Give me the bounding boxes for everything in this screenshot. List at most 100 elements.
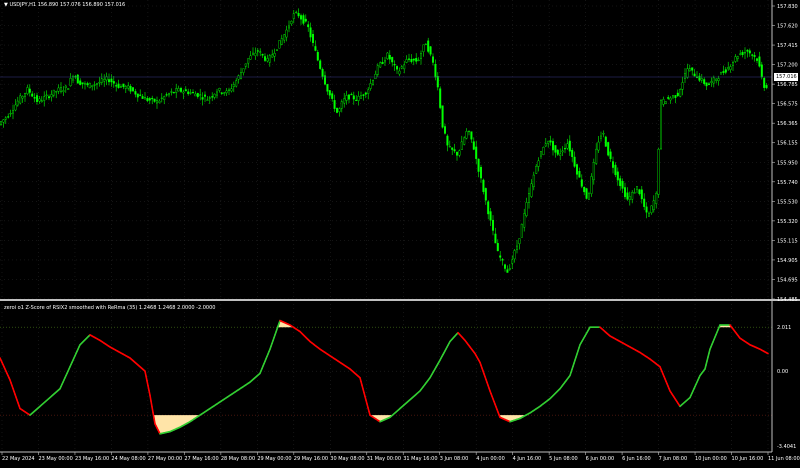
candle-bull — [346, 95, 348, 100]
candle-bull — [103, 79, 105, 81]
candle-bear — [211, 96, 213, 97]
candle-bear — [300, 15, 302, 19]
candle-bull — [531, 184, 533, 197]
candle-bear — [353, 96, 355, 99]
candle-bear — [327, 84, 329, 91]
candle-bull — [372, 80, 374, 84]
candle-bear — [197, 93, 199, 96]
candle-bear — [34, 97, 36, 98]
candle-bull — [379, 63, 381, 67]
candle-bear — [180, 88, 182, 91]
candle-bull — [233, 84, 235, 86]
price-tick-label: 157.830 — [777, 4, 798, 10]
candle-bear — [742, 52, 744, 54]
candle-bear — [456, 152, 458, 155]
candle-bull — [665, 102, 667, 104]
candle-bear — [622, 181, 624, 188]
candle-bear — [329, 90, 331, 95]
candle-bull — [144, 97, 146, 99]
candle-bear — [675, 95, 677, 97]
candle-bull — [223, 93, 225, 94]
mt-chart-window[interactable]: 157.830157.620157.415157.200156.785156.5… — [0, 0, 800, 464]
candle-bear — [643, 199, 645, 207]
time-tick-label: 3 Jun 08:00 — [440, 456, 469, 462]
time-tick-label: 7 Jun 08:00 — [659, 456, 688, 462]
candle-bear — [307, 25, 309, 27]
candle-bull — [178, 88, 180, 91]
candle-bear — [646, 207, 648, 212]
candle-bull — [384, 60, 386, 62]
candle-bear — [315, 46, 317, 50]
candle-bear — [415, 58, 417, 61]
candle-bear — [677, 93, 679, 96]
candle-bear — [507, 270, 509, 273]
candle-bull — [636, 186, 638, 189]
candle-bull — [737, 57, 739, 59]
candle-bear — [111, 79, 113, 82]
candle-bull — [51, 95, 53, 97]
candle-bull — [58, 88, 60, 91]
candle-bear — [149, 98, 151, 100]
candle-bull — [89, 83, 91, 88]
candle-bear — [571, 150, 573, 157]
candle-bull — [96, 84, 98, 85]
candle-bear — [118, 84, 120, 88]
candle-bull — [423, 45, 425, 52]
candle-bull — [84, 83, 86, 84]
candle-bull — [0, 122, 2, 125]
candle-bear — [79, 81, 81, 85]
candle-bull — [689, 69, 691, 71]
candle-bear — [706, 83, 708, 86]
price-tick-label: 155.740 — [777, 180, 798, 186]
indicator-segment — [153, 412, 154, 418]
time-tick-label: 6 Jun 16:00 — [622, 456, 651, 462]
candle-bear — [411, 59, 413, 61]
candle-bull — [67, 88, 69, 89]
candle-bull — [70, 78, 72, 86]
candle-bear — [427, 41, 429, 52]
candle-bear — [723, 71, 725, 72]
candle-bear — [173, 92, 175, 93]
candle-bull — [715, 79, 717, 81]
candle-bull — [711, 81, 713, 82]
candle-bear — [317, 52, 319, 60]
candle-bull — [53, 90, 55, 95]
collapse-arrow-icon[interactable]: ▼ — [4, 2, 8, 8]
candle-bear — [154, 99, 156, 101]
candle-bull — [468, 131, 470, 132]
indicator-segment — [154, 418, 155, 424]
candle-bear — [382, 62, 384, 64]
candle-bull — [231, 89, 233, 91]
candle-bear — [759, 57, 761, 67]
candle-bull — [228, 90, 230, 91]
candle-bull — [730, 67, 732, 70]
candle-bull — [562, 151, 564, 152]
indicator-tick-label: -3.4041 — [777, 444, 796, 450]
candle-bear — [485, 188, 487, 200]
candle-bull — [732, 62, 734, 65]
candle-bear — [135, 91, 137, 94]
candle-bear — [137, 94, 139, 97]
candle-bull — [466, 131, 468, 138]
candle-bull — [403, 65, 405, 69]
candle-bear — [351, 94, 353, 95]
candle-bull — [274, 53, 276, 56]
candle-bull — [235, 81, 237, 86]
candle-bear — [550, 141, 552, 142]
chart-svg[interactable]: 157.830157.620157.415157.200156.785156.5… — [0, 0, 800, 464]
candle-bear — [574, 157, 576, 166]
candle-bear — [442, 106, 444, 127]
candle-bull — [276, 50, 278, 51]
candle-bull — [523, 214, 525, 228]
candle-bear — [312, 34, 314, 42]
candle-bear — [257, 51, 259, 52]
candle-bull — [521, 224, 523, 237]
price-tick-label: 155.320 — [777, 219, 798, 225]
candle-bull — [156, 100, 158, 103]
candle-bull — [120, 86, 122, 87]
candle-bear — [132, 88, 134, 91]
candle-bear — [754, 55, 756, 56]
symbol-label-text: USDJPY,H1 156.890 157.076 156.890 157.01… — [9, 2, 125, 8]
candle-bear — [391, 57, 393, 62]
candle-bull — [65, 86, 67, 88]
